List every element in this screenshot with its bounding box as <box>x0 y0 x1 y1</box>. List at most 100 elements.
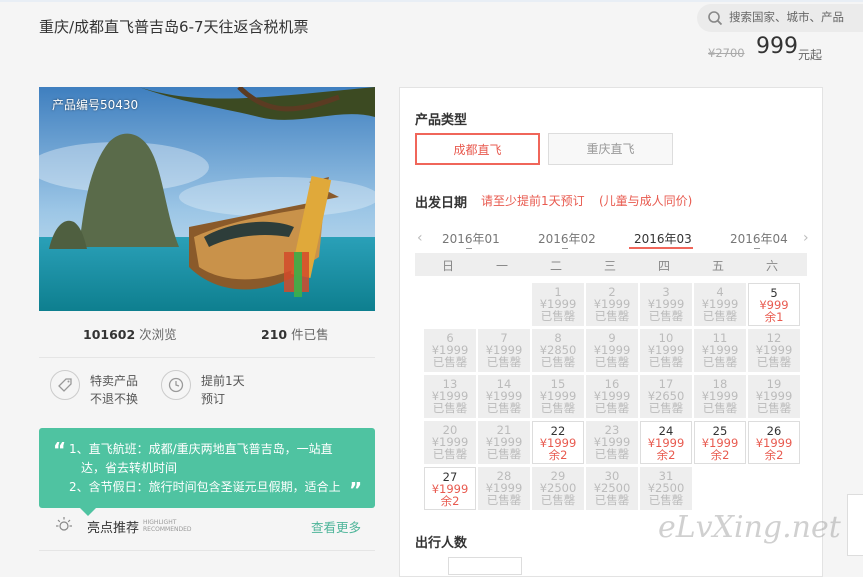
calendar-day-soldout: 20 ¥1999 已售罄 <box>424 421 476 464</box>
calendar-day-available[interactable]: 24 ¥1999 余2 <box>640 421 692 464</box>
calendar-day-soldout: 31 ¥2500 已售罄 <box>640 467 692 510</box>
day-stock: 已售罄 <box>756 401 792 415</box>
month-tab-active[interactable]: 2016年03 <box>634 230 692 247</box>
top-border <box>0 0 863 2</box>
day-stock: 已售罄 <box>486 355 522 369</box>
day-stock: 已售罄 <box>756 355 792 369</box>
travelers-stepper[interactable] <box>448 557 522 575</box>
calendar-day-soldout: 10 ¥1999 已售罄 <box>640 329 692 372</box>
calendar-day-soldout: 8 ¥2850 已售罄 <box>532 329 584 372</box>
next-month-arrow[interactable]: › <box>803 230 809 246</box>
open-quote-icon: “ <box>53 438 67 462</box>
weekday: 六 <box>765 259 778 273</box>
day-stock: 已售罄 <box>594 355 630 369</box>
sold-count: 210 件已售 <box>261 324 329 343</box>
sold-number: 210 <box>261 327 288 342</box>
prev-month-arrow[interactable]: ‹ <box>417 230 423 246</box>
type-chongqing-button[interactable]: 重庆直飞 <box>548 133 673 165</box>
day-stock: 已售罄 <box>486 447 522 461</box>
day-stock: 已售罄 <box>648 309 684 323</box>
original-price: ¥2700 <box>708 46 745 60</box>
calendar-day-available[interactable]: 22 ¥1999 余2 <box>532 421 584 464</box>
product-photo <box>39 87 375 311</box>
highlight-en-label: HIGHLIGHT RECOMMENDED <box>143 519 192 533</box>
day-stock: 余2 <box>656 448 676 462</box>
month-tab[interactable]: 2016年02 <box>538 230 596 247</box>
sun-icon <box>56 517 72 531</box>
weekday: 二 <box>549 259 562 273</box>
day-stock: 已售罄 <box>594 447 630 461</box>
highlight-box: “ 1、直飞航班：成都/重庆两地直飞普吉岛，一站直 达，省去转机时间 2、含节假… <box>39 428 375 508</box>
day-stock: 余1 <box>764 310 784 324</box>
calendar-day-soldout: 15 ¥1999 已售罄 <box>532 375 584 418</box>
month-tab[interactable]: 2016年04 <box>730 230 788 247</box>
calendar-day-soldout: 2 ¥1999 已售罄 <box>586 283 638 326</box>
day-stock: 已售罄 <box>648 493 684 507</box>
calendar-day-soldout: 19 ¥1999 已售罄 <box>748 375 800 418</box>
day-stock: 已售罄 <box>648 401 684 415</box>
highlight-en-line: HIGHLIGHT <box>143 519 177 526</box>
highlight-en-line: RECOMMENDED <box>143 526 192 533</box>
day-stock: 余2 <box>764 448 784 462</box>
calendar-day-soldout: 12 ¥1999 已售罄 <box>748 329 800 372</box>
calendar-day-soldout: 3 ¥1999 已售罄 <box>640 283 692 326</box>
calendar-day-soldout: 18 ¥1999 已售罄 <box>694 375 746 418</box>
calendar-day-soldout: 11 ¥1999 已售罄 <box>694 329 746 372</box>
search-icon <box>708 11 723 26</box>
weekday: 五 <box>711 259 724 273</box>
close-quote-icon: ” <box>349 478 363 502</box>
price-unit: 元起 <box>798 48 823 62</box>
search-box[interactable] <box>697 4 863 32</box>
day-stock: 已售罄 <box>594 401 630 415</box>
calendar-day-soldout: 29 ¥2500 已售罄 <box>532 467 584 510</box>
day-stock: 已售罄 <box>486 493 522 507</box>
calendar-day-available[interactable]: 5 ¥999 余1 <box>748 283 800 326</box>
feature-line2: 不退不换 <box>90 392 139 406</box>
calendar-day-available[interactable]: 27 ¥1999 余2 <box>424 467 476 510</box>
day-stock: 余2 <box>440 494 460 508</box>
side-widget[interactable] <box>847 494 863 556</box>
weekday-header: 日 一 二 三 四 五 六 <box>415 253 807 276</box>
view-more-link[interactable]: 查看更多 <box>311 517 361 536</box>
stats-bar: 101602 次浏览 210 件已售 <box>39 311 375 357</box>
travelers-label: 出行人数 <box>415 536 468 551</box>
day-stock: 已售罄 <box>432 401 468 415</box>
day-stock: 已售罄 <box>594 493 630 507</box>
calendar-day-available[interactable]: 26 ¥1999 余2 <box>748 421 800 464</box>
page-title: 重庆/成都直飞普吉岛6-7天往返含税机票 <box>39 18 309 36</box>
highlight-line: 达，省去转机时间 <box>81 461 178 475</box>
departure-date-label: 出发日期 <box>415 196 468 211</box>
weekday: 三 <box>603 259 616 273</box>
calendar-day-soldout: 23 ¥1999 已售罄 <box>586 421 638 464</box>
day-stock: 已售罄 <box>486 401 522 415</box>
calendar-day-soldout: 13 ¥1999 已售罄 <box>424 375 476 418</box>
type-chengdu-button[interactable]: 成都直飞 <box>415 133 540 165</box>
weekday: 一 <box>495 259 508 273</box>
highlight-line: 1、直飞航班：成都/重庆两地直飞普吉岛，一站直 <box>69 442 333 456</box>
calendar-day-soldout: 1 ¥1999 已售罄 <box>532 283 584 326</box>
weekday: 四 <box>657 259 670 273</box>
day-stock: 已售罄 <box>540 493 576 507</box>
day-stock: 已售罄 <box>702 355 738 369</box>
search-input[interactable] <box>729 4 859 30</box>
feature-line1: 提前1天 <box>201 374 245 388</box>
calendar-day-soldout: 28 ¥1999 已售罄 <box>478 467 530 510</box>
calendar-day-soldout: 16 ¥1999 已售罄 <box>586 375 638 418</box>
views-number: 101602 <box>83 327 136 342</box>
calendar-day-soldout: 4 ¥1999 已售罄 <box>694 283 746 326</box>
calendar-day-soldout: 9 ¥1999 已售罄 <box>586 329 638 372</box>
day-stock: 已售罄 <box>432 355 468 369</box>
calendar-day-available[interactable]: 25 ¥1999 余2 <box>694 421 746 464</box>
calendar-day-soldout: 14 ¥1999 已售罄 <box>478 375 530 418</box>
day-stock: 已售罄 <box>540 355 576 369</box>
highlight-text: 1、直飞航班：成都/重庆两地直飞普吉岛，一站直 达，省去转机时间 2、含节假日：… <box>69 440 359 497</box>
highlight-label: 亮点推荐 <box>87 521 140 536</box>
product-code: 产品编号50430 <box>52 98 139 112</box>
day-stock: 已售罄 <box>432 447 468 461</box>
calendar-day-soldout: 21 ¥1999 已售罄 <box>478 421 530 464</box>
divider <box>39 550 375 551</box>
price: 999 <box>756 34 798 59</box>
product-type-label: 产品类型 <box>415 113 468 128</box>
feature-line1: 特卖产品 <box>90 374 139 388</box>
month-tab[interactable]: 2016年01 <box>442 230 500 247</box>
